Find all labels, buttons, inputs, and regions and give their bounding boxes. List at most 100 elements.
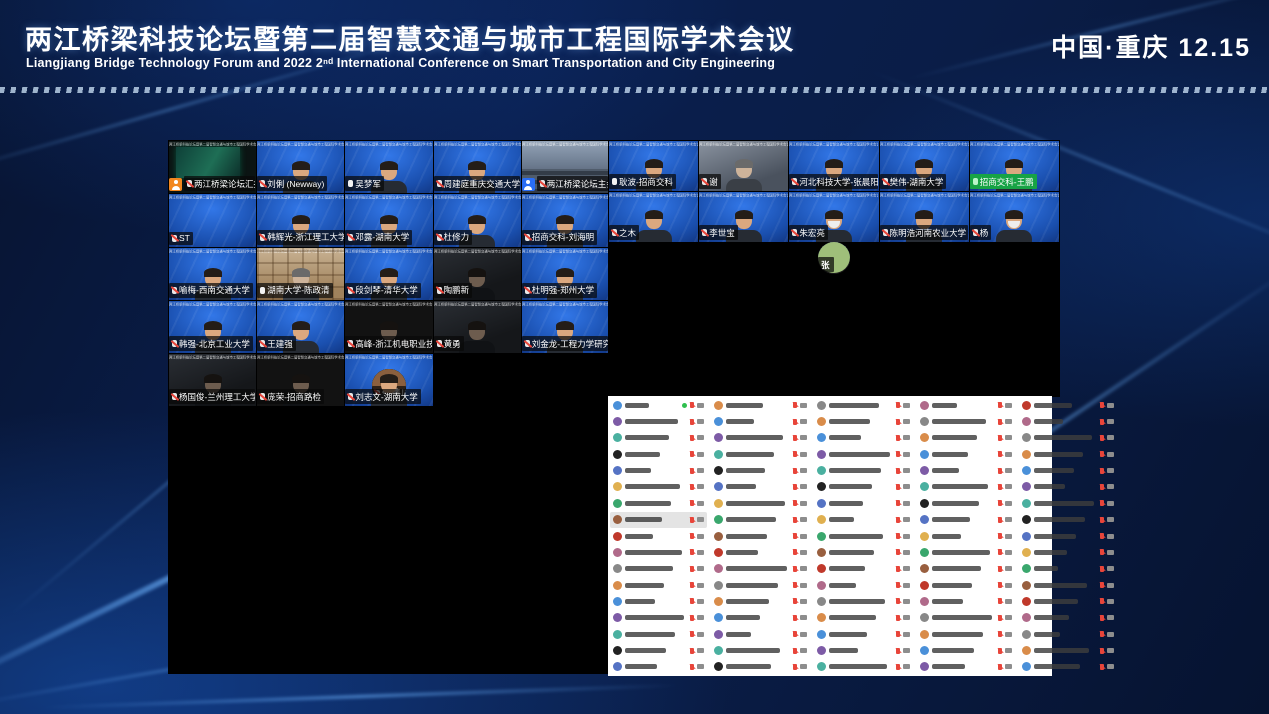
participant-list-item[interactable] bbox=[1019, 397, 1117, 413]
participant-list-item[interactable] bbox=[814, 610, 913, 626]
participant-list-item[interactable] bbox=[610, 626, 707, 642]
participant-list-item[interactable] bbox=[917, 512, 1015, 528]
participant-list-item[interactable] bbox=[917, 561, 1015, 577]
participant-list-item[interactable] bbox=[610, 577, 707, 593]
participant-list-item[interactable] bbox=[610, 528, 707, 544]
participant-list-item[interactable] bbox=[1019, 642, 1117, 658]
participant-list-item[interactable] bbox=[917, 446, 1015, 462]
participant-list-item[interactable] bbox=[610, 413, 707, 429]
participant-list-item[interactable] bbox=[814, 528, 913, 544]
participant-tile[interactable]: 两江桥梁科技论坛暨第二届智慧交通与城市工程国际学术会议湖南大学-陈政清 bbox=[257, 248, 344, 300]
participant-list-item[interactable] bbox=[814, 446, 913, 462]
participant-list-item[interactable] bbox=[917, 659, 1015, 675]
participant-list-item[interactable] bbox=[1019, 544, 1117, 560]
participant-list-item[interactable] bbox=[610, 512, 707, 528]
participant-list-item[interactable] bbox=[917, 626, 1015, 642]
participant-list-item[interactable] bbox=[610, 462, 707, 478]
participant-list-item[interactable] bbox=[917, 610, 1015, 626]
participant-tile[interactable]: 两江桥梁科技论坛暨第二届智慧交通与城市工程国际学术会议喻梅-西南交通大学 bbox=[169, 248, 256, 300]
participant-list-item[interactable] bbox=[610, 495, 707, 511]
participant-list-item[interactable] bbox=[1019, 495, 1117, 511]
participant-tile[interactable]: 张 bbox=[818, 242, 850, 274]
participant-list-item[interactable] bbox=[610, 430, 707, 446]
participant-tile[interactable]: 两江桥梁科技论坛暨第二届智慧交通与城市工程国际学术会议朱宏亮 bbox=[789, 192, 878, 242]
participant-list-item[interactable] bbox=[711, 642, 810, 658]
participant-list-item[interactable] bbox=[1019, 561, 1117, 577]
participant-tile[interactable]: 两江桥梁科技论坛暨第二届智慧交通与城市工程国际学术会议杨 bbox=[970, 192, 1059, 242]
participant-list-item[interactable] bbox=[1019, 593, 1117, 609]
participant-list-item[interactable] bbox=[610, 446, 707, 462]
participant-tile[interactable]: 两江桥梁科技论坛暨第二届智慧交通与城市工程国际学术会议之木 bbox=[609, 192, 698, 242]
participant-list-item[interactable] bbox=[711, 544, 810, 560]
participant-list-item[interactable] bbox=[814, 577, 913, 593]
participant-list-item[interactable] bbox=[1019, 577, 1117, 593]
participant-tile[interactable]: 两江桥梁科技论坛暨第二届智慧交通与城市工程国际学术会议高峰-浙江机电职业技术学院 bbox=[345, 301, 432, 353]
participant-tile[interactable]: 两江桥梁科技论坛暨第二届智慧交通与城市工程国际学术会议招商交科-刘海明 bbox=[522, 194, 609, 246]
participant-list-item[interactable] bbox=[814, 659, 913, 675]
participant-tile[interactable]: 两江桥梁科技论坛暨第二届智慧交通与城市工程国际学术会议刘志文-湖南大学 bbox=[345, 354, 432, 406]
participant-list-item[interactable] bbox=[610, 659, 707, 675]
participant-list-item[interactable] bbox=[711, 397, 810, 413]
participant-list-item[interactable] bbox=[814, 626, 913, 642]
participant-list-item[interactable] bbox=[711, 593, 810, 609]
participant-list-item[interactable] bbox=[917, 397, 1015, 413]
participant-list-item[interactable] bbox=[711, 610, 810, 626]
participant-list-item[interactable] bbox=[814, 593, 913, 609]
participant-list-item[interactable] bbox=[711, 446, 810, 462]
participant-list-item[interactable] bbox=[711, 462, 810, 478]
participant-list-item[interactable] bbox=[1019, 446, 1117, 462]
participant-tile[interactable]: 两江桥梁科技论坛暨第二届智慧交通与城市工程国际学术会议两江桥梁论坛主会场 bbox=[522, 141, 609, 193]
participant-list-item[interactable] bbox=[917, 528, 1015, 544]
participant-tile[interactable]: 两江桥梁科技论坛暨第二届智慧交通与城市工程国际学术会议王建强 bbox=[257, 301, 344, 353]
participant-list-item[interactable] bbox=[610, 397, 707, 413]
participant-list-item[interactable] bbox=[1019, 413, 1117, 429]
participant-tile[interactable]: 两江桥梁科技论坛暨第二届智慧交通与城市工程国际学术会议刘俐 (Newway) bbox=[257, 141, 344, 193]
participant-list-item[interactable] bbox=[814, 561, 913, 577]
participant-list-item[interactable] bbox=[610, 479, 707, 495]
participant-list-item[interactable] bbox=[711, 528, 810, 544]
participant-tile[interactable]: 两江桥梁科技论坛暨第二届智慧交通与城市工程国际学术会议段剑琴-清华大学 bbox=[345, 248, 432, 300]
participant-list-item[interactable] bbox=[711, 495, 810, 511]
participant-list-item[interactable] bbox=[814, 413, 913, 429]
participant-list-item[interactable] bbox=[1019, 626, 1117, 642]
participant-list-item[interactable] bbox=[610, 610, 707, 626]
participant-tile[interactable]: 两江桥梁科技论坛暨第二届智慧交通与城市工程国际学术会议庞荣-招商路检 bbox=[257, 354, 344, 406]
participant-tile[interactable]: 两江桥梁科技论坛暨第二届智慧交通与城市工程国际学术会议谢 bbox=[699, 141, 788, 191]
participant-list-item[interactable] bbox=[610, 642, 707, 658]
participant-list-item[interactable] bbox=[711, 479, 810, 495]
participant-tile[interactable]: 两江桥梁科技论坛暨第二届智慧交通与城市工程国际学术会议李世宝 bbox=[699, 192, 788, 242]
participant-tile[interactable]: 两江桥梁科技论坛暨第二届智慧交通与城市工程国际学术会议韩辉光-浙江理工大学 bbox=[257, 194, 344, 246]
participant-list-item[interactable] bbox=[917, 479, 1015, 495]
participant-list-item[interactable] bbox=[711, 659, 810, 675]
participant-list-item[interactable] bbox=[711, 430, 810, 446]
participant-list-item[interactable] bbox=[711, 512, 810, 528]
participant-list-item[interactable] bbox=[1019, 462, 1117, 478]
participant-list-item[interactable] bbox=[1019, 528, 1117, 544]
participant-tile[interactable]: 两江桥梁科技论坛暨第二届智慧交通与城市工程国际学术会议陶鹏新 bbox=[434, 248, 521, 300]
participant-tile[interactable]: 两江桥梁科技论坛暨第二届智慧交通与城市工程国际学术会议杨国俊-兰州理工大学 bbox=[169, 354, 256, 406]
participant-list-item[interactable] bbox=[1019, 659, 1117, 675]
participant-tile[interactable]: 两江桥梁科技论坛暨第二届智慧交通与城市工程国际学术会议杜修力 bbox=[434, 194, 521, 246]
participant-list-item[interactable] bbox=[814, 642, 913, 658]
participant-list-item[interactable] bbox=[917, 462, 1015, 478]
participant-tile[interactable]: 两江桥梁科技论坛暨第二届智慧交通与城市工程国际学术会议刘金龙-工程力学研究所 bbox=[522, 301, 609, 353]
participant-list-item[interactable] bbox=[610, 561, 707, 577]
participant-list-item[interactable] bbox=[711, 626, 810, 642]
participant-list-item[interactable] bbox=[814, 512, 913, 528]
participant-list-item[interactable] bbox=[610, 544, 707, 560]
participant-list-item[interactable] bbox=[917, 642, 1015, 658]
participant-tile[interactable]: 两江桥梁科技论坛暨第二届智慧交通与城市工程国际学术会议ST bbox=[169, 194, 256, 246]
participant-list-item[interactable] bbox=[917, 413, 1015, 429]
participant-list-item[interactable] bbox=[814, 495, 913, 511]
participant-list-item[interactable] bbox=[711, 577, 810, 593]
participant-list-item[interactable] bbox=[610, 593, 707, 609]
participant-tile[interactable]: 两江桥梁科技论坛暨第二届智慧交通与城市工程国际学术会议杜明强-郑州大学 bbox=[522, 248, 609, 300]
participant-tile[interactable]: 两江桥梁科技论坛暨第二届智慧交通与城市工程国际学术会议河北科技大学-张晨阳 bbox=[789, 141, 878, 191]
participant-list-item[interactable] bbox=[814, 544, 913, 560]
participant-list-item[interactable] bbox=[711, 561, 810, 577]
participant-tile[interactable]: 两江桥梁科技论坛暨第二届智慧交通与城市工程国际学术会议两江桥梁论坛汇报端 bbox=[169, 141, 256, 193]
participant-tile[interactable]: 两江桥梁科技论坛暨第二届智慧交通与城市工程国际学术会议韩强-北京工业大学 bbox=[169, 301, 256, 353]
participant-list-item[interactable] bbox=[917, 495, 1015, 511]
participant-list-item[interactable] bbox=[1019, 479, 1117, 495]
participant-list-item[interactable] bbox=[1019, 512, 1117, 528]
